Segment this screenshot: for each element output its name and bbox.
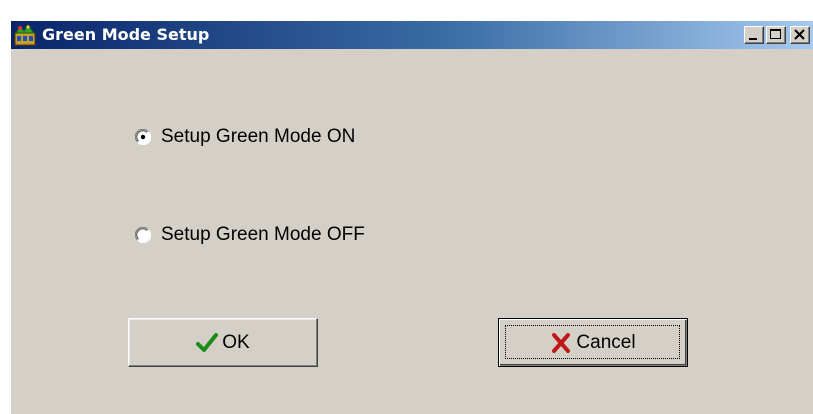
cancel-button-label: Cancel [576, 331, 636, 353]
radio-button-off-icon[interactable] [134, 226, 152, 244]
radio-green-mode-on[interactable]: Setup Green Mode ON [134, 125, 356, 149]
cancel-button[interactable]: Cancel [498, 318, 688, 367]
title-bar[interactable]: Green Mode Setup [11, 21, 813, 49]
minimize-icon [749, 38, 757, 40]
ok-button[interactable]: OK [128, 318, 318, 367]
close-icon [794, 29, 805, 40]
close-button[interactable] [790, 26, 810, 44]
checkmark-icon [196, 332, 219, 354]
window-title: Green Mode Setup [42, 25, 210, 44]
radio-label-green-mode-off: Setup Green Mode OFF [161, 224, 365, 245]
maximize-icon [770, 29, 781, 39]
x-mark-icon [550, 332, 572, 354]
ok-button-label: OK [222, 331, 250, 353]
radio-label-green-mode-on: Setup Green Mode ON [161, 126, 356, 147]
maximize-button[interactable] [766, 26, 786, 44]
app-icon [14, 24, 36, 46]
green-mode-setup-window: Green Mode Setup Setup Green Mode ON Set… [10, 20, 813, 414]
radio-green-mode-off[interactable]: Setup Green Mode OFF [134, 223, 365, 247]
radio-button-on-icon[interactable] [134, 128, 152, 146]
minimize-button[interactable] [744, 26, 764, 44]
